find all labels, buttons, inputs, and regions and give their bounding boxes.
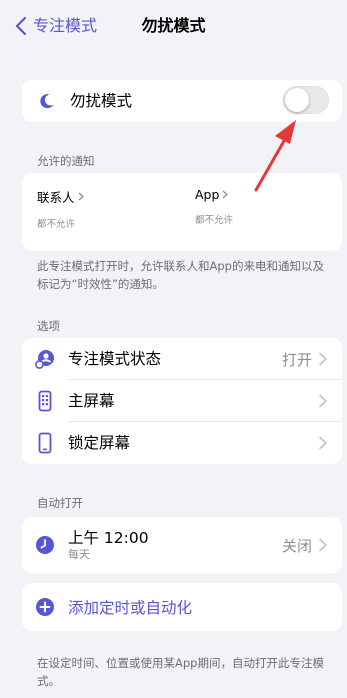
- focus-status-icon: [34, 348, 56, 370]
- allowed-header: 允许的通知: [37, 154, 95, 168]
- option-value: 打开: [281, 350, 312, 369]
- chevron-right-icon: [319, 394, 327, 408]
- schedule-row[interactable]: 上午 12:00 每天 关闭: [22, 517, 342, 573]
- people-column[interactable]: 联系人 都不允许: [37, 187, 84, 230]
- schedule-text: 上午 12:00 每天: [68, 528, 282, 562]
- toggle-knob: [285, 88, 309, 112]
- schedule-status: 关闭: [281, 536, 312, 555]
- plus-circle-icon: [34, 596, 56, 618]
- add-automation-button[interactable]: 添加定时或自动化: [22, 583, 342, 631]
- options-header: 选项: [37, 319, 60, 333]
- option-label: 主屏幕: [68, 392, 115, 410]
- apps-column[interactable]: App 都不允许: [195, 187, 233, 226]
- apps-label: App: [195, 187, 220, 202]
- chevron-right-icon: [78, 192, 84, 201]
- allowed-card: 联系人 都不允许 App 都不允许: [22, 173, 342, 251]
- chevron-right-icon: [319, 538, 327, 552]
- home-screen-icon: [34, 390, 56, 412]
- schedule-time: 上午 12:00: [68, 529, 149, 547]
- apps-status: 都不允许: [195, 215, 234, 226]
- moon-icon: [36, 90, 58, 112]
- people-link[interactable]: 联系人: [37, 187, 84, 206]
- clock-icon: [34, 534, 56, 556]
- chevron-right-icon: [319, 352, 327, 366]
- people-status: 都不允许: [37, 219, 76, 230]
- chevron-right-icon: [319, 436, 327, 450]
- add-automation-label: 添加定时或自动化: [68, 599, 193, 617]
- do-not-disturb-toggle[interactable]: [283, 86, 329, 114]
- allowed-footnote: 此专注模式打开时，允许联系人和App的来电和通知以及标记为“时效性”的通知。: [37, 259, 324, 291]
- chevron-right-icon: [222, 190, 229, 199]
- auto-header: 自动打开: [37, 496, 83, 510]
- option-row-focus-status[interactable]: 专注模式状态 打开: [22, 338, 342, 380]
- schedule-repeat: 每天: [68, 548, 90, 561]
- lock-screen-icon: [34, 432, 56, 454]
- mode-row: 勿扰模式: [22, 80, 342, 122]
- add-automation-card: 添加定时或自动化: [22, 583, 342, 631]
- apps-link[interactable]: App: [195, 187, 233, 202]
- people-label: 联系人: [37, 190, 75, 205]
- option-label: 专注模式状态: [68, 350, 162, 368]
- page-title: 勿扰模式: [141, 16, 206, 35]
- options-card: 专注模式状态 打开 主屏幕 锁定屏幕: [22, 338, 342, 464]
- auto-footnote: 在设定时间、位置或使用某App期间，自动打开此专注模式。: [37, 656, 324, 688]
- option-row-lock-screen[interactable]: 锁定屏幕: [22, 422, 342, 464]
- mode-card: 勿扰模式: [22, 80, 342, 122]
- schedule-card: 上午 12:00 每天 关闭: [22, 517, 342, 573]
- option-row-home-screen[interactable]: 主屏幕: [22, 380, 342, 422]
- option-label: 锁定屏幕: [68, 434, 131, 452]
- navigation-bar: 专注模式 勿扰模式: [0, 0, 347, 56]
